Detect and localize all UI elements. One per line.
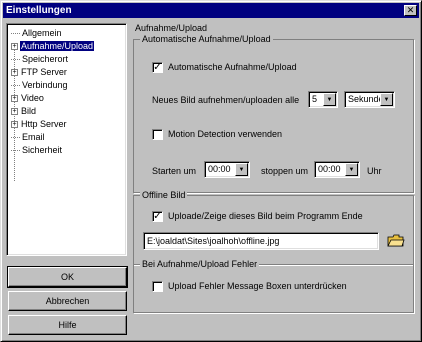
ok-button[interactable]: OK bbox=[7, 266, 128, 288]
settings-panel: Aufnahme/Upload Automatische Aufnahme/Up… bbox=[131, 23, 418, 338]
offline-image-label: Uploade/Zeige dieses Bild beim Programm … bbox=[168, 211, 363, 221]
tree-item-label: Email bbox=[22, 132, 45, 142]
tree-item-aufnahme-upload[interactable]: + Aufnahme/Upload bbox=[11, 40, 95, 53]
offline-image-group: Offline Bild ✓ Uploade/Zeige dieses Bild… bbox=[133, 190, 414, 265]
tree-item-label: Allgemein bbox=[22, 28, 62, 38]
offline-image-checkbox[interactable]: ✓ bbox=[152, 211, 163, 222]
group-title: Automatische Aufnahme/Upload bbox=[140, 34, 273, 44]
tree-item-video[interactable]: + Video bbox=[11, 92, 45, 105]
tree-item-http-server[interactable]: + Http Server bbox=[11, 118, 68, 131]
offline-image-path-field[interactable] bbox=[143, 232, 379, 250]
tree-item-label: FTP Server bbox=[21, 67, 67, 77]
interval-unit-select[interactable]: Sekunde ▼ bbox=[344, 91, 395, 108]
tree-item-ftp-server[interactable]: + FTP Server bbox=[11, 66, 68, 79]
tree-line-icon bbox=[11, 137, 20, 139]
expand-plus-icon[interactable]: + bbox=[11, 95, 18, 103]
chevron-down-icon[interactable]: ▼ bbox=[235, 163, 248, 176]
start-time: 00:00 bbox=[208, 164, 231, 174]
panel-title: Aufnahme/Upload bbox=[135, 23, 208, 33]
motion-detection-checkbox[interactable] bbox=[152, 129, 163, 140]
interval-label: Neues Bild aufnehmen/uploaden alle bbox=[152, 95, 300, 105]
chevron-down-icon[interactable]: ▼ bbox=[345, 163, 358, 176]
start-time-select[interactable]: 00:00 ▼ bbox=[204, 161, 250, 178]
tree-item-speicherort[interactable]: Speicherort bbox=[11, 53, 69, 66]
tree-item-label: Http Server bbox=[21, 119, 67, 129]
tree-item-verbindung[interactable]: Verbindung bbox=[11, 79, 69, 92]
tree-item-label: Speicherort bbox=[22, 54, 69, 64]
auto-upload-label: Automatische Aufnahme/Upload bbox=[168, 62, 297, 72]
suppress-errors-checkbox[interactable] bbox=[152, 281, 163, 292]
help-button[interactable]: Hilfe bbox=[8, 315, 127, 335]
expand-plus-icon[interactable]: + bbox=[11, 43, 18, 51]
window-title: Einstellungen bbox=[6, 5, 72, 16]
interval-unit: Sekunde bbox=[348, 94, 384, 104]
tree-line-icon bbox=[11, 59, 20, 61]
expand-plus-icon[interactable]: + bbox=[11, 108, 18, 116]
close-button[interactable]: ✕ bbox=[404, 5, 417, 16]
tree-item-allgemein[interactable]: Allgemein bbox=[11, 27, 63, 40]
tree-item-sicherheit[interactable]: Sicherheit bbox=[11, 144, 63, 157]
suppress-errors-label: Upload Fehler Message Boxen unterdrücken bbox=[168, 281, 347, 291]
clock-unit-label: Uhr bbox=[367, 166, 382, 176]
tree-line-icon bbox=[11, 150, 20, 152]
stop-time-select[interactable]: 00:00 ▼ bbox=[314, 161, 360, 178]
group-title: Bei Aufnahme/Upload Fehler bbox=[140, 259, 260, 269]
offline-image-path-input[interactable] bbox=[144, 233, 378, 249]
tree-item-label: Verbindung bbox=[22, 80, 68, 90]
tree-item-label: Bild bbox=[21, 106, 37, 116]
tree-item-bild[interactable]: + Bild bbox=[11, 105, 37, 118]
tree-item-label: Video bbox=[21, 93, 44, 103]
chevron-down-icon[interactable]: ▼ bbox=[380, 93, 393, 106]
folder-open-icon[interactable] bbox=[387, 234, 405, 248]
cancel-button[interactable]: Abbrechen bbox=[8, 291, 127, 311]
tree-item-label: Aufnahme/Upload bbox=[20, 41, 95, 51]
tree-item-email[interactable]: Email bbox=[11, 131, 46, 144]
tree-item-label: Sicherheit bbox=[22, 145, 63, 155]
auto-upload-checkbox[interactable]: ✓ bbox=[152, 62, 163, 73]
chevron-down-icon[interactable]: ▼ bbox=[323, 93, 336, 106]
auto-upload-group: Automatische Aufnahme/Upload ✓ Automatis… bbox=[133, 34, 414, 193]
motion-detection-label: Motion Detection verwenden bbox=[168, 129, 283, 139]
interval-value-select[interactable]: 5 ▼ bbox=[308, 91, 338, 108]
settings-tree[interactable]: Allgemein + Aufnahme/Upload Speicherort +… bbox=[6, 23, 127, 256]
start-label: Starten um bbox=[152, 166, 197, 176]
expand-plus-icon[interactable]: + bbox=[11, 121, 18, 129]
stop-label: stoppen um bbox=[261, 166, 309, 176]
stop-time: 00:00 bbox=[318, 164, 341, 174]
tree-line-icon bbox=[11, 33, 20, 35]
group-title: Offline Bild bbox=[140, 190, 188, 200]
interval-value: 5 bbox=[312, 94, 318, 104]
title-bar: Einstellungen ✕ bbox=[3, 3, 419, 18]
expand-plus-icon[interactable]: + bbox=[11, 69, 18, 77]
settings-dialog: Einstellungen ✕ Allgemein + Aufnahme/Uplo… bbox=[0, 0, 422, 342]
tree-line-icon bbox=[11, 85, 20, 87]
upload-error-group: Bei Aufnahme/Upload Fehler Upload Fehler… bbox=[133, 259, 414, 313]
